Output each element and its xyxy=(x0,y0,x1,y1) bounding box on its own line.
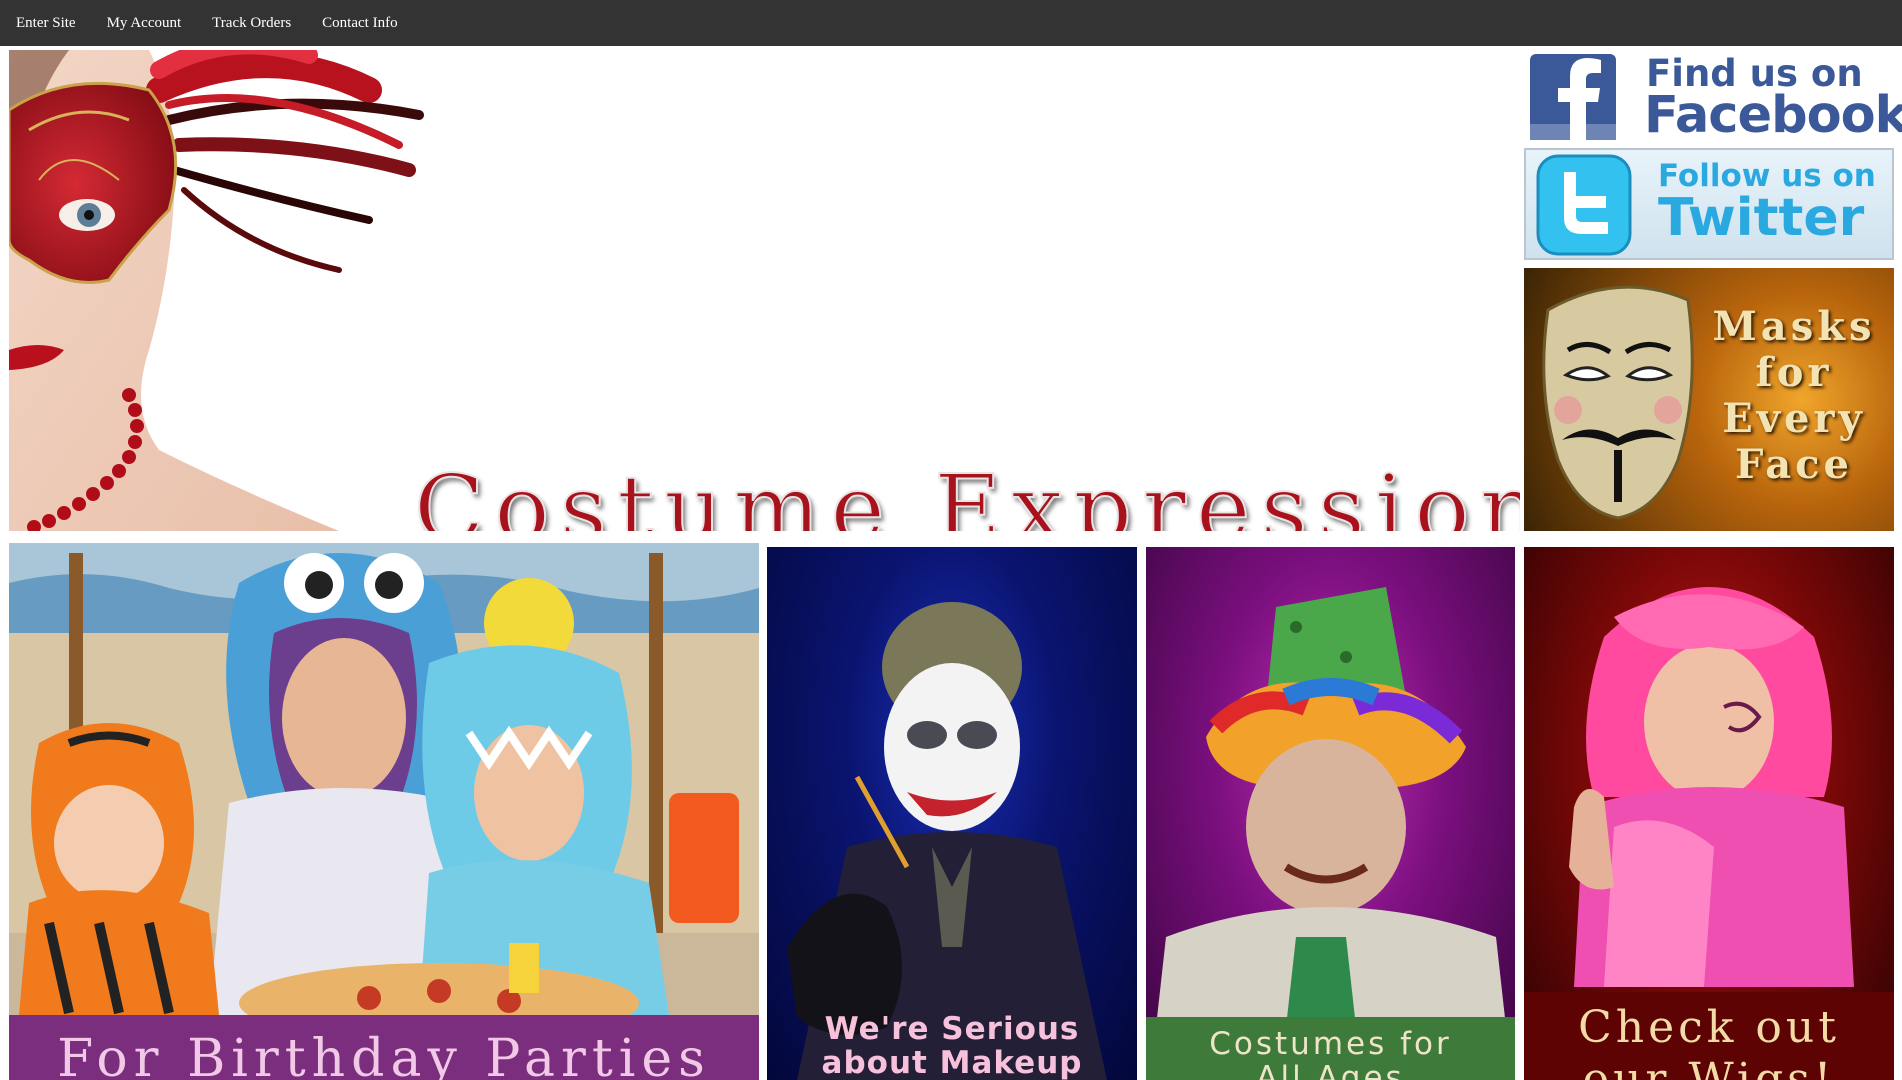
masks-line-4: Face xyxy=(1735,441,1853,488)
nav-my-account[interactable]: My Account xyxy=(107,15,182,32)
masks-line-3: Every xyxy=(1722,395,1866,442)
ages-caption-line-2: All Ages xyxy=(1256,1060,1405,1080)
feather-plume xyxy=(146,50,424,273)
wigs-caption-line-1: Check out xyxy=(1578,1002,1840,1053)
facebook-banner[interactable]: Find us on Facebook xyxy=(1524,50,1902,145)
hero-title: Costume Expressions xyxy=(413,454,1520,531)
facebook-line2: Facebook xyxy=(1644,86,1902,145)
wigs-caption-strip: Check out our Wigs! xyxy=(1524,992,1894,1080)
twitter-line2: Twitter xyxy=(1658,188,1865,248)
ages-caption-line-1: Costumes for xyxy=(1209,1026,1452,1062)
makeup-caption: We're Serious about Makeup xyxy=(822,1012,1083,1080)
tile-check-out-wigs[interactable]: Check out our Wigs! xyxy=(1524,547,1894,1080)
nav-track-orders[interactable]: Track Orders xyxy=(212,15,291,32)
masks-line-1: Masks xyxy=(1712,303,1876,350)
birthday-caption-strip: For Birthday Parties xyxy=(9,1015,759,1080)
wigs-caption: Check out our Wigs! xyxy=(1578,1002,1840,1080)
makeup-caption-strip: We're Serious about Makeup xyxy=(767,1000,1137,1080)
ages-caption: Costumes for All Ages xyxy=(1209,1027,1451,1080)
makeup-caption-line-2: about Makeup xyxy=(821,1045,1083,1080)
tile-costumes-all-ages[interactable]: Costumes for All Ages xyxy=(1146,547,1515,1080)
wigs-caption-line-2: our Wigs! xyxy=(1582,1054,1836,1080)
twitter-icon xyxy=(1536,154,1632,256)
ages-caption-strip: Costumes for All Ages xyxy=(1146,1017,1515,1080)
nav-enter-site[interactable]: Enter Site xyxy=(16,15,76,32)
twitter-banner[interactable]: Follow us on Twitter xyxy=(1524,148,1894,260)
tile-birthday-parties[interactable]: For Birthday Parties xyxy=(9,543,759,1080)
hero-banner[interactable]: Costume Expressions xyxy=(9,50,1520,531)
top-nav-bar: Enter Site My Account Track Orders Conta… xyxy=(0,0,1902,46)
family-costume-photo xyxy=(9,543,759,1015)
guy-fawkes-mask-image xyxy=(1542,285,1694,520)
masks-line-2: for xyxy=(1755,349,1833,396)
nav-contact-info[interactable]: Contact Info xyxy=(322,15,397,32)
clown-grandma-photo xyxy=(1156,587,1506,1027)
birthday-caption: For Birthday Parties xyxy=(57,1029,711,1080)
masks-promo[interactable]: Masks for Every Face xyxy=(1524,268,1894,531)
masquerade-woman-image xyxy=(9,50,424,531)
tile-serious-makeup[interactable]: We're Serious about Makeup xyxy=(767,547,1137,1080)
makeup-caption-line-1: We're Serious xyxy=(824,1011,1080,1047)
masks-promo-text: Masks for Every Face xyxy=(1694,304,1894,488)
